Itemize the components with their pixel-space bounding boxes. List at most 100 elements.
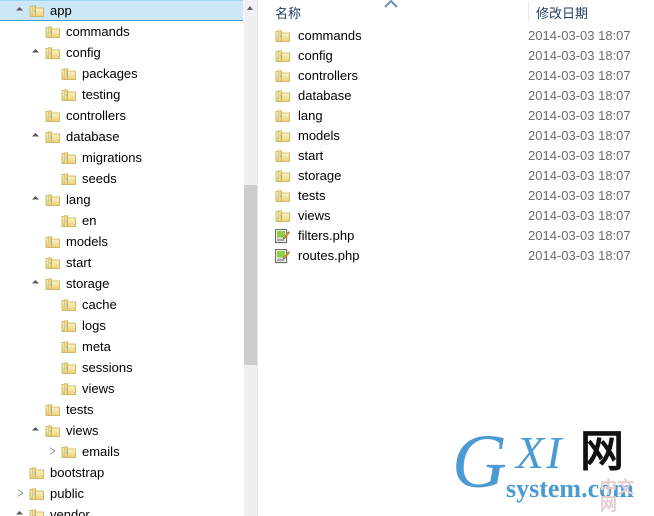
- tree-item-bootstrap[interactable]: bootstrap: [0, 462, 243, 483]
- tree-item-config[interactable]: config: [0, 42, 243, 63]
- tree-item-label: testing: [82, 87, 121, 102]
- chevron-down-icon[interactable]: [31, 42, 44, 63]
- tree-item-public[interactable]: public: [0, 483, 243, 504]
- file-list-row[interactable]: filters.php 2014-03-03 18:07: [258, 226, 654, 246]
- twisty-spacer: [31, 252, 44, 273]
- chevron-down-icon[interactable]: [31, 420, 44, 441]
- tree-item-models[interactable]: models: [0, 231, 243, 252]
- file-list-row[interactable]: storage 2014-03-03 18:07: [258, 166, 654, 186]
- file-list-row[interactable]: lang 2014-03-03 18:07: [258, 106, 654, 126]
- file-date-modified: 2014-03-03 18:07: [528, 48, 631, 63]
- tree-item-label: public: [50, 486, 84, 501]
- tree-item-label: bootstrap: [50, 465, 105, 480]
- file-name: storage: [298, 168, 342, 183]
- chevron-down-icon[interactable]: [31, 126, 44, 147]
- tree-item-seeds[interactable]: seeds: [0, 168, 243, 189]
- file-list-row[interactable]: views 2014-03-03 18:07: [258, 206, 654, 226]
- twisty-spacer: [31, 399, 44, 420]
- column-separator[interactable]: [528, 2, 529, 21]
- folder-icon: [44, 126, 62, 147]
- tree-item-emails[interactable]: emails: [0, 441, 243, 462]
- tree-item-label: meta: [82, 339, 111, 354]
- tree-item-migrations[interactable]: migrations: [0, 147, 243, 168]
- folder-icon: [60, 168, 78, 189]
- tree-item-label: storage: [66, 276, 110, 291]
- tree-item-meta[interactable]: meta: [0, 336, 243, 357]
- file-name: start: [298, 148, 324, 163]
- folder-icon: [275, 86, 295, 106]
- scroll-up-arrow-icon[interactable]: [244, 0, 257, 15]
- folder-icon: [275, 26, 295, 46]
- tree-item-tests[interactable]: tests: [0, 399, 243, 420]
- navigation-pane[interactable]: app commands config packages testing controll…: [0, 0, 243, 516]
- chevron-down-icon[interactable]: [15, 0, 28, 21]
- file-date-modified: 2014-03-03 18:07: [528, 248, 631, 263]
- tree-item-label: vendor: [50, 507, 90, 516]
- file-name: commands: [298, 28, 362, 43]
- column-header-bar: 名称 修改日期: [258, 0, 654, 26]
- column-header-date-modified[interactable]: 修改日期: [536, 3, 588, 22]
- folder-icon: [60, 147, 78, 168]
- twisty-spacer: [31, 21, 44, 42]
- twisty-spacer: [31, 231, 44, 252]
- file-date-modified: 2014-03-03 18:07: [528, 188, 631, 203]
- file-list-row[interactable]: controllers 2014-03-03 18:07: [258, 66, 654, 86]
- chevron-down-icon[interactable]: [31, 189, 44, 210]
- chevron-down-icon[interactable]: [15, 504, 28, 516]
- tree-item-label: app: [50, 3, 72, 18]
- nav-pane-scrollbar[interactable]: [243, 0, 257, 516]
- twisty-spacer: [47, 63, 60, 84]
- tree-item-database[interactable]: database: [0, 126, 243, 147]
- folder-icon: [60, 378, 78, 399]
- tree-item-label: cache: [82, 297, 117, 312]
- tree-item-packages[interactable]: packages: [0, 63, 243, 84]
- tree-item-label: logs: [82, 318, 106, 333]
- tree-item-label: seeds: [82, 171, 117, 186]
- tree-item-vendor[interactable]: vendor: [0, 504, 243, 516]
- tree-item-lang[interactable]: lang: [0, 189, 243, 210]
- file-list-row[interactable]: database 2014-03-03 18:07: [258, 86, 654, 106]
- folder-icon: [60, 294, 78, 315]
- tree-item-label: tests: [66, 402, 94, 417]
- tree-item-label: models: [66, 234, 108, 249]
- twisty-spacer: [47, 336, 60, 357]
- file-list-pane[interactable]: 名称 修改日期 commands 2014-03-03 18:07 config 20…: [258, 0, 654, 516]
- file-list-row[interactable]: models 2014-03-03 18:07: [258, 126, 654, 146]
- chevron-right-icon[interactable]: [15, 483, 28, 504]
- file-list-row[interactable]: start 2014-03-03 18:07: [258, 146, 654, 166]
- folder-tree[interactable]: app commands config packages testing controll…: [0, 0, 243, 516]
- scrollbar-thumb[interactable]: [244, 185, 257, 365]
- file-name: database: [298, 88, 352, 103]
- chevron-right-icon[interactable]: [47, 441, 60, 462]
- tree-item-views[interactable]: views: [0, 378, 243, 399]
- tree-item-controllers[interactable]: controllers: [0, 105, 243, 126]
- tree-item-app[interactable]: app: [0, 0, 243, 21]
- tree-item-start[interactable]: start: [0, 252, 243, 273]
- tree-item-commands[interactable]: commands: [0, 21, 243, 42]
- folder-icon: [275, 106, 295, 126]
- file-list-row[interactable]: tests 2014-03-03 18:07: [258, 186, 654, 206]
- file-list-row[interactable]: config 2014-03-03 18:07: [258, 46, 654, 66]
- tree-item-storage[interactable]: storage: [0, 273, 243, 294]
- file-list-row[interactable]: commands 2014-03-03 18:07: [258, 26, 654, 46]
- chevron-down-icon[interactable]: [31, 273, 44, 294]
- tree-item-sessions[interactable]: sessions: [0, 357, 243, 378]
- file-list[interactable]: commands 2014-03-03 18:07 config 2014-03-03…: [258, 26, 654, 266]
- tree-item-testing[interactable]: testing: [0, 84, 243, 105]
- twisty-spacer: [47, 315, 60, 336]
- tree-item-logs[interactable]: logs: [0, 315, 243, 336]
- file-name: controllers: [298, 68, 358, 83]
- file-date-modified: 2014-03-03 18:07: [528, 228, 631, 243]
- cursor-artifact-icon: [384, 0, 398, 8]
- file-date-modified: 2014-03-03 18:07: [528, 88, 631, 103]
- tree-item-cache[interactable]: cache: [0, 294, 243, 315]
- file-name: filters.php: [298, 228, 355, 243]
- tree-item-views[interactable]: views: [0, 420, 243, 441]
- tree-item-label: emails: [82, 444, 120, 459]
- folder-icon: [60, 84, 78, 105]
- column-header-name[interactable]: 名称: [275, 3, 301, 22]
- file-list-row[interactable]: routes.php 2014-03-03 18:07: [258, 246, 654, 266]
- file-date-modified: 2014-03-03 18:07: [528, 128, 631, 143]
- folder-icon: [60, 63, 78, 84]
- tree-item-en[interactable]: en: [0, 210, 243, 231]
